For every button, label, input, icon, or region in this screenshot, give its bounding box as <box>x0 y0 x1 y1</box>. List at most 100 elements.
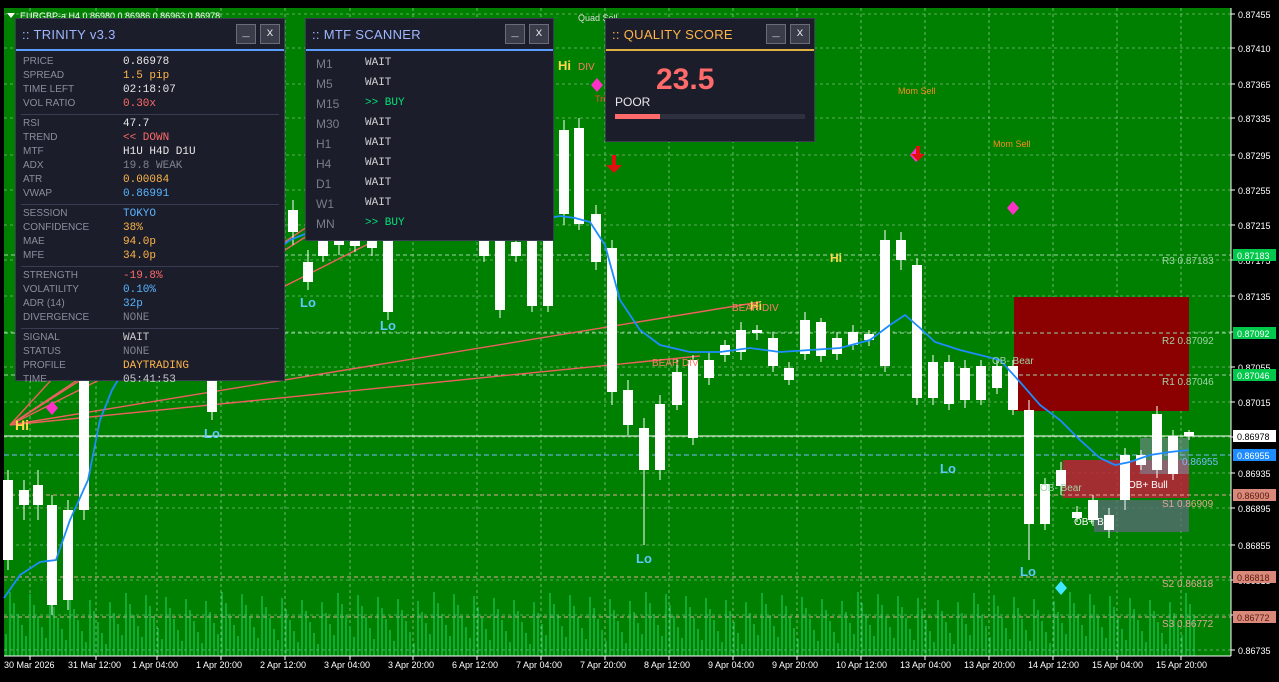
price-axis-label: 0.86735 <box>1238 646 1271 656</box>
candle-body[interactable] <box>880 240 890 366</box>
lo-label: Lo <box>1020 564 1036 579</box>
trinity-panel-title: :: TRINITY v3.3 <box>22 26 116 42</box>
price-axis-label: 0.87335 <box>1238 114 1271 124</box>
time-axis-label: 7 Apr 20:00 <box>580 660 626 670</box>
price-tag-label: 0.86909 <box>1237 491 1270 501</box>
price-axis-label: 0.87455 <box>1238 10 1271 20</box>
trinity-panel-header[interactable]: :: TRINITY v3.3 _ x <box>16 19 284 51</box>
candle-body[interactable] <box>495 240 505 310</box>
lo-label: Lo <box>636 551 652 566</box>
candle-body[interactable] <box>672 372 682 405</box>
candle-body[interactable] <box>383 238 393 312</box>
time-axis-label: 2 Apr 12:00 <box>260 660 306 670</box>
trinity-row-value: 0.10% <box>123 284 157 296</box>
time-axis-label: 30 Mar 2026 <box>4 660 55 670</box>
lo-label: Lo <box>204 426 220 441</box>
candle-body[interactable] <box>527 240 537 306</box>
candle-body[interactable] <box>976 366 986 400</box>
candle-body[interactable] <box>33 485 43 505</box>
candle-body[interactable] <box>1168 436 1178 474</box>
trinity-minimize-button[interactable]: _ <box>236 24 256 44</box>
trinity-row-profile: PROFILE DAYTRADING <box>16 360 284 374</box>
mtf-panel-title: :: MTF SCANNER <box>312 26 421 42</box>
candle-body[interactable] <box>639 428 649 470</box>
candle-body[interactable] <box>704 360 714 378</box>
candle-body[interactable] <box>288 210 298 232</box>
candle-body[interactable] <box>688 360 698 438</box>
candle-body[interactable] <box>752 330 762 333</box>
trinity-row-value: 38% <box>123 222 143 234</box>
trinity-row-session: SESSION TOKYO <box>16 208 284 222</box>
trinity-row-label: RSI <box>23 118 40 129</box>
trinity-row-label: STATUS <box>23 346 61 357</box>
bear-div-label: BEAR DIV <box>732 303 779 314</box>
candle-body[interactable] <box>47 505 57 605</box>
candle-body[interactable] <box>784 368 794 380</box>
mtf-timeframe-label: H1 <box>316 137 332 151</box>
candle-body[interactable] <box>303 262 313 282</box>
trinity-row-atr: ATR 0.00084 <box>16 174 284 188</box>
candle-body[interactable] <box>944 362 954 404</box>
trinity-row-value: 47.7 <box>123 118 150 130</box>
candle-body[interactable] <box>960 368 970 400</box>
candle-body[interactable] <box>912 265 922 398</box>
candle-body[interactable] <box>992 366 1002 388</box>
candle-body[interactable] <box>816 322 826 356</box>
mtf-signal-value: >> BUY <box>365 97 405 109</box>
candle-body[interactable] <box>896 240 906 260</box>
mtf-signal-value: WAIT <box>365 117 392 129</box>
time-axis-label: 3 Apr 04:00 <box>324 660 370 670</box>
candle-body[interactable] <box>19 490 29 505</box>
candle-body[interactable] <box>655 404 665 470</box>
candle-body[interactable] <box>623 390 633 425</box>
time-axis-label: 31 Mar 12:00 <box>68 660 121 670</box>
trinity-row-label: TIME <box>23 374 47 385</box>
trinity-row-price: PRICE 0.86978 <box>16 56 284 70</box>
candle-body[interactable] <box>511 242 521 256</box>
trinity-row-adr-14: ADR (14) 32p <box>16 298 284 312</box>
mtf-panel-header[interactable]: :: MTF SCANNER _ x <box>306 19 553 51</box>
bear-div-label: BEAR DIV <box>652 358 699 369</box>
mtf-timeframe-label: H4 <box>316 157 332 171</box>
trinity-row-value: 19.8 WEAK <box>123 160 183 172</box>
candle-body[interactable] <box>559 130 569 214</box>
mtf-minimize-button[interactable]: _ <box>505 24 525 44</box>
candle-body[interactable] <box>832 338 842 354</box>
candle-body[interactable] <box>543 240 553 306</box>
mtf-row-h4: H4 WAIT <box>306 157 553 177</box>
trinity-close-button[interactable]: x <box>260 24 280 44</box>
candle-body[interactable] <box>1184 432 1194 436</box>
mtf-timeframe-label: D1 <box>316 177 332 191</box>
trinity-row-time-left: TIME LEFT 02:18:07 <box>16 84 284 98</box>
price-tag-label: 0.86818 <box>1237 573 1270 583</box>
tri-label: Tri <box>595 94 605 104</box>
time-axis-label: 13 Apr 20:00 <box>964 660 1015 670</box>
candle-body[interactable] <box>318 240 328 256</box>
price-axis-label: 0.87015 <box>1238 398 1271 408</box>
quality-panel-header[interactable]: :: QUALITY SCORE _ x <box>606 19 814 51</box>
trinity-row-label: MFE <box>23 250 45 261</box>
time-axis-label: 15 Apr 20:00 <box>1156 660 1207 670</box>
trinity-row-adx: ADX 19.8 WEAK <box>16 160 284 174</box>
candle-body[interactable] <box>928 362 938 398</box>
bear-div-label: DIV <box>578 62 595 73</box>
candle-body[interactable] <box>800 320 810 354</box>
trinity-row-label: PROFILE <box>23 360 66 371</box>
candle-body[interactable] <box>1024 410 1034 524</box>
pivot-level-label: R2 0.87092 <box>1162 336 1214 347</box>
price-axis-label: 0.87135 <box>1238 292 1271 302</box>
candle-body[interactable] <box>1008 366 1018 410</box>
pivot-level-label: R3 0.87183 <box>1162 256 1214 267</box>
price-tag-label: 0.87046 <box>1237 371 1270 381</box>
trinity-row-value: WAIT <box>123 332 150 344</box>
quality-close-button[interactable]: x <box>790 24 810 44</box>
candle-body[interactable] <box>3 480 13 560</box>
price-axis-label: 0.86935 <box>1238 469 1271 479</box>
mtf-close-button[interactable]: x <box>529 24 549 44</box>
candle-body[interactable] <box>1152 414 1162 470</box>
quality-minimize-button[interactable]: _ <box>766 24 786 44</box>
quality-score-value: 23.5 <box>656 63 715 96</box>
trinity-row-label: SESSION <box>23 208 68 219</box>
candle-body[interactable] <box>574 128 584 224</box>
time-axis-label: 7 Apr 04:00 <box>516 660 562 670</box>
